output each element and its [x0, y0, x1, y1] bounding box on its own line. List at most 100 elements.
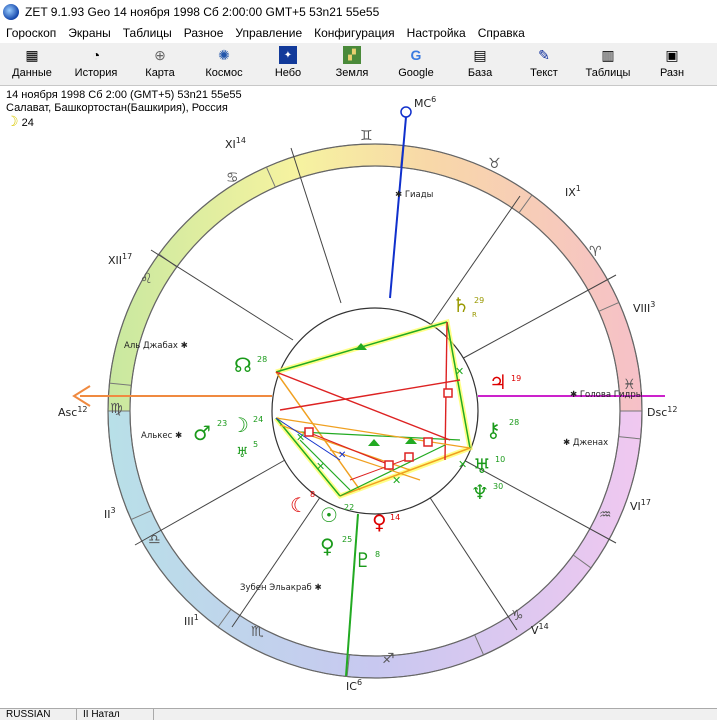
- menu-horoscope[interactable]: Гороскоп: [0, 24, 62, 43]
- svg-text:✕: ✕: [338, 450, 346, 461]
- menu-help[interactable]: Справка: [472, 24, 531, 43]
- svg-text:25: 25: [342, 535, 352, 544]
- sky-icon: ✦: [279, 46, 297, 64]
- svg-text:☉: ☉: [320, 503, 338, 527]
- text-icon: ✎: [538, 46, 550, 63]
- scorpio-icon: ♏: [251, 624, 264, 640]
- svg-text:8: 8: [375, 550, 380, 559]
- svg-text:✕: ✕: [458, 458, 467, 471]
- svg-text:✕: ✕: [296, 431, 305, 444]
- house-2-label: II3: [104, 506, 116, 521]
- toolbar-data-button[interactable]: ▦ Данные: [0, 43, 64, 85]
- database-icon: ▤: [473, 46, 487, 63]
- star-hyades: ✱ Гиады: [395, 190, 433, 200]
- toolbar-map-button[interactable]: ⊕ Карта: [128, 43, 192, 85]
- asc-label: Asc12: [58, 405, 88, 419]
- natal-chart-wheel[interactable]: ✕ ✕ ✕ ✕ ✕ ✕ ♊ ♉ ♈ ♓ ♒ ♑ ♐ ♏ ♎ ♍ ♌ ♋ XI14…: [0, 86, 717, 706]
- svg-text:8: 8: [310, 490, 315, 499]
- svg-text:✕: ✕: [392, 474, 401, 487]
- uranus-2-icon: ♅ 10: [473, 454, 505, 478]
- svg-text:☾: ☾: [290, 493, 308, 517]
- virgo-icon: ♍: [110, 401, 123, 417]
- title-bar: ZET 9.1.93 Geo 14 ноября 1998 Сб 2:00:00…: [0, 0, 717, 24]
- history-icon: ◔: [91, 47, 101, 63]
- venus-red-icon: ♀ 14: [372, 510, 400, 534]
- toolbar-cosmos-button[interactable]: ✺ Космос: [192, 43, 256, 85]
- svg-text:♅: ♅: [473, 454, 491, 478]
- svg-text:♀: ♀: [320, 534, 335, 558]
- house-8-label: VIII3: [633, 300, 655, 315]
- window-title: ZET 9.1.93 Geo 14 ноября 1998 Сб 2:00:00…: [25, 5, 380, 19]
- google-icon: G: [410, 47, 422, 63]
- gemini-icon: ♊: [360, 128, 373, 144]
- status-bar: RUSSIAN II Натал: [0, 708, 717, 720]
- svg-text:☊: ☊: [234, 353, 252, 377]
- house-12-label: XII17: [108, 252, 132, 267]
- svg-text:28: 28: [509, 418, 519, 427]
- svg-text:24: 24: [253, 415, 263, 424]
- svg-text:✕: ✕: [455, 365, 464, 378]
- svg-text:✕: ✕: [316, 460, 325, 473]
- saturn-icon: ♄ 29 R: [452, 293, 484, 319]
- star-gienah: ✱ Дженах: [563, 438, 608, 448]
- toolbar-history-button[interactable]: ◔ История: [64, 43, 128, 85]
- map-icon: ⊕: [154, 46, 166, 63]
- mc-marker-icon: [400, 106, 412, 118]
- toolbar-earth-button[interactable]: ▞ Земля: [320, 43, 384, 85]
- ic-label: IC6: [346, 678, 362, 693]
- toolbar: ▦ Данные ◔ История ⊕ Карта ✺ Космос ✦ Небо ▞ З…: [0, 43, 717, 86]
- sagittarius-icon: ♐: [382, 651, 395, 667]
- jupiter-icon: ♃ 19: [489, 370, 521, 394]
- svg-text:♆: ♆: [471, 480, 489, 504]
- capricorn-icon: ♑: [511, 608, 524, 624]
- toolbar-google-button[interactable]: G Google: [384, 43, 448, 85]
- menu-control[interactable]: Управление: [229, 24, 308, 43]
- libra-icon: ♎: [148, 532, 161, 548]
- svg-text:14: 14: [390, 513, 400, 522]
- menu-misc[interactable]: Разное: [178, 24, 230, 43]
- cosmos-icon: ✺: [218, 46, 230, 63]
- svg-text:10: 10: [495, 455, 505, 464]
- status-language: RUSSIAN: [0, 709, 77, 720]
- menu-configuration[interactable]: Конфигурация: [308, 24, 401, 43]
- sun-icon: ☉ 22: [320, 503, 354, 527]
- data-grid-icon: ▦: [25, 46, 39, 63]
- toolbar-database-button[interactable]: ▤ База: [448, 43, 512, 85]
- svg-text:♂: ♂: [193, 421, 211, 445]
- tables-icon: ▥: [601, 46, 615, 63]
- menu-settings[interactable]: Настройка: [401, 24, 472, 43]
- app-logo-icon: [3, 4, 19, 20]
- star-alkes: Алькес ✱: [141, 431, 182, 441]
- black-moon-lilith-icon: ☾ 8: [290, 490, 315, 517]
- mc-label: MC6: [414, 95, 436, 110]
- aquarius-icon: ♒: [599, 507, 612, 523]
- star-al-jabhah: Аль Джабах ✱: [124, 341, 188, 351]
- moon-icon: ☽ 24: [231, 413, 263, 437]
- svg-text:5: 5: [253, 440, 258, 449]
- svg-text:23: 23: [217, 419, 227, 428]
- svg-text:♄: ♄: [452, 293, 470, 317]
- svg-text:29: 29: [474, 296, 484, 305]
- svg-text:♅: ♅: [236, 445, 249, 461]
- earth-icon: ▞: [343, 46, 361, 64]
- toolbar-tables-button[interactable]: ▥ Таблицы: [576, 43, 640, 85]
- chiron-icon: ⚷ 28: [486, 418, 519, 442]
- toolbar-text-button[interactable]: ✎ Текст: [512, 43, 576, 85]
- menu-tables[interactable]: Таблицы: [117, 24, 178, 43]
- menu-bar: Гороскоп Экраны Таблицы Разное Управлени…: [0, 24, 717, 43]
- venus-icon: ♀ 25: [320, 534, 352, 558]
- svg-text:♃: ♃: [489, 370, 507, 394]
- leo-icon: ♌: [140, 271, 153, 287]
- house-3-label: III1: [184, 613, 199, 628]
- status-chart-mode: II Натал: [77, 709, 154, 720]
- menu-screens[interactable]: Экраны: [62, 24, 116, 43]
- svg-text:⚷: ⚷: [486, 418, 501, 442]
- svg-text:19: 19: [511, 374, 521, 383]
- svg-text:22: 22: [344, 503, 354, 512]
- cancer-icon: ♋: [226, 170, 239, 186]
- svg-text:☽: ☽: [231, 413, 249, 437]
- toolbar-misc-button[interactable]: ▣ Разн: [640, 43, 704, 85]
- aries-icon: ♈: [589, 244, 602, 260]
- svg-text:R: R: [472, 311, 477, 319]
- toolbar-sky-button[interactable]: ✦ Небо: [256, 43, 320, 85]
